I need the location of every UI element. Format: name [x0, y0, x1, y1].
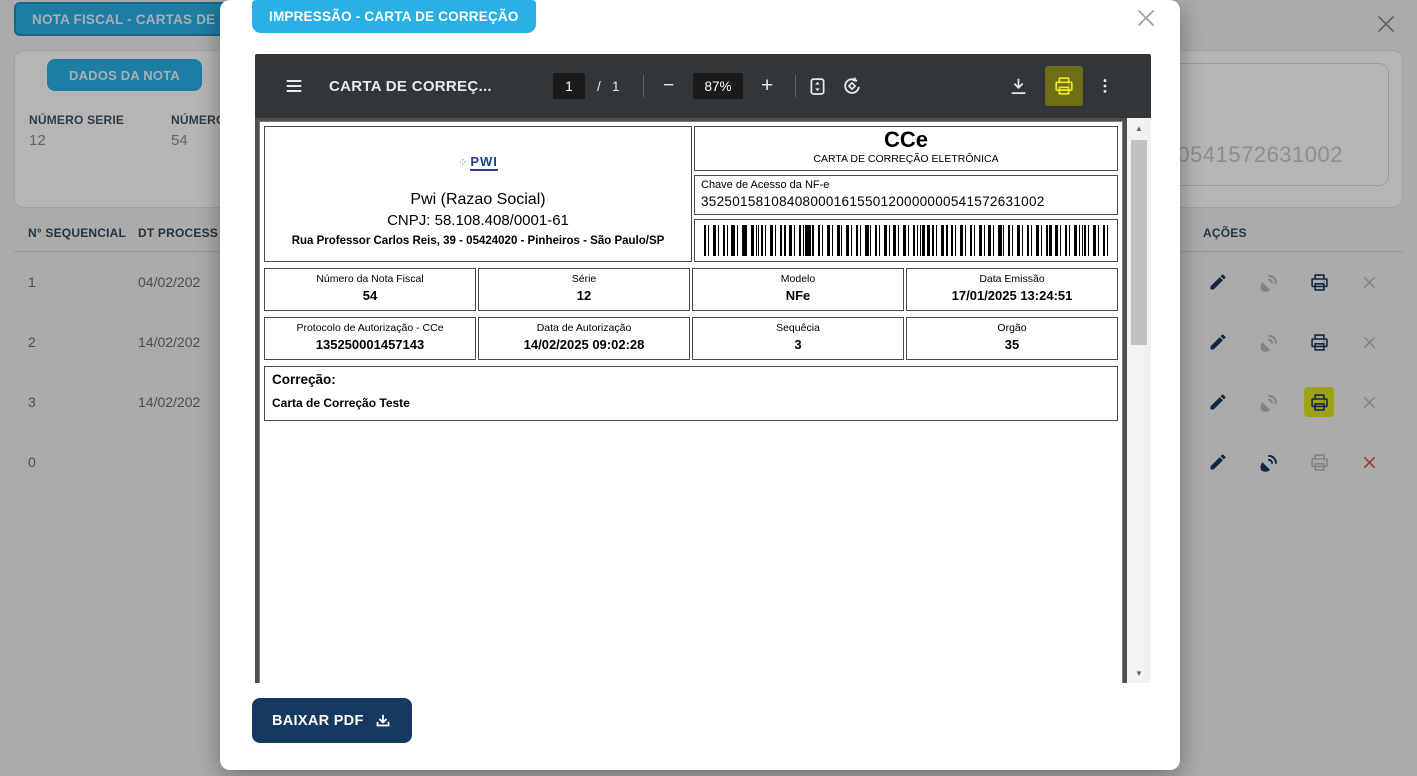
close-icon [1134, 6, 1158, 30]
fit-to-page-button[interactable] [807, 54, 828, 118]
field-value: 14/02/2025 09:02:28 [481, 337, 687, 352]
pwi-logo-text: PWI [470, 154, 498, 171]
pdf-viewer: CARTA DE CORREÇ... 1 / 1 − 87% + [255, 54, 1151, 683]
pdf-doc-title: CARTA DE CORREÇ... [329, 54, 492, 118]
pdf-menu-button[interactable] [283, 54, 305, 118]
field-serie: Série 12 [478, 268, 690, 311]
barcode-image [704, 225, 1108, 256]
modal-title: IMPRESSÃO - CARTA DE CORREÇÃO [269, 9, 519, 24]
download-icon [1008, 76, 1029, 97]
field-data-autorizacao: Data de Autorização 14/02/2025 09:02:28 [478, 317, 690, 360]
field-value: NFe [695, 288, 901, 303]
pwi-logo-mark-icon: ⁘ [458, 157, 467, 169]
field-orgao: Orgão 35 [906, 317, 1118, 360]
chave-value: 3525015810840800016155012000000054157263… [701, 194, 1111, 209]
impressao-modal: IMPRESSÃO - CARTA DE CORREÇÃO CARTA DE C… [220, 0, 1180, 770]
zoom-level-value[interactable]: 87% [693, 73, 743, 99]
printer-icon [1053, 75, 1075, 97]
field-label: Modelo [695, 273, 901, 285]
issuer-block: ⁘PWI Pwi (Razao Social) CNPJ: 58.108.408… [264, 126, 692, 262]
field-modelo: Modelo NFe [692, 268, 904, 311]
baixar-pdf-button[interactable]: BAIXAR PDF [252, 698, 412, 743]
pdf-content-area: ⁘PWI Pwi (Razao Social) CNPJ: 58.108.408… [255, 118, 1151, 683]
field-numero-nota: Número da Nota Fiscal 54 [264, 268, 476, 311]
correcao-text: Carta de Correção Teste [272, 396, 1110, 410]
chave-acesso-block: Chave de Acesso da NF-e 3525015810840800… [694, 175, 1118, 215]
field-value: 35 [909, 337, 1115, 352]
pdf-toolbar: CARTA DE CORREÇ... 1 / 1 − 87% + [255, 54, 1151, 118]
scroll-up-arrow[interactable]: ▲ [1127, 120, 1151, 136]
baixar-pdf-label: BAIXAR PDF [272, 713, 364, 729]
page-separator: / [597, 54, 601, 118]
field-label: Sequêcia [695, 322, 901, 334]
modal-title-badge: IMPRESSÃO - CARTA DE CORREÇÃO [252, 0, 536, 33]
pdf-download-button[interactable] [1008, 54, 1029, 118]
pdf-scrollbar[interactable]: ▲ ▼ [1127, 118, 1151, 683]
field-value: 54 [267, 288, 473, 303]
page-number-input[interactable]: 1 [553, 73, 585, 99]
field-protocolo: Protocolo de Autorização - CCe 135250001… [264, 317, 476, 360]
field-label: Data Emissão [909, 273, 1115, 285]
field-label: Protocolo de Autorização - CCe [267, 322, 473, 334]
field-value: 17/01/2025 13:24:51 [909, 288, 1115, 303]
field-data-emissao: Data Emissão 17/01/2025 13:24:51 [906, 268, 1118, 311]
cce-title: CCe [695, 128, 1117, 152]
field-label: Data de Autorização [481, 322, 687, 334]
scrollbar-thumb[interactable] [1131, 140, 1147, 345]
correcao-block: Correção: Carta de Correção Teste [264, 366, 1118, 421]
download-icon [374, 713, 392, 729]
field-value: 3 [695, 337, 901, 352]
pwi-logo: ⁘PWI [265, 153, 691, 171]
pdf-more-options-button[interactable] [1095, 54, 1115, 118]
company-cnpj: CNPJ: 58.108.408/0001-61 [265, 212, 691, 229]
scroll-down-arrow[interactable]: ▼ [1127, 665, 1151, 681]
modal-close-button[interactable] [1134, 6, 1158, 30]
rotate-icon [841, 75, 863, 97]
field-label: Série [481, 273, 687, 285]
fit-page-icon [807, 76, 828, 97]
rotate-button[interactable] [841, 54, 863, 118]
zoom-in-button[interactable]: + [761, 54, 773, 118]
chave-label: Chave de Acesso da NF-e [701, 179, 1111, 191]
company-name: Pwi (Razao Social) [265, 191, 691, 209]
field-value: 135250001457143 [267, 337, 473, 352]
cce-title-block: CCe CARTA DE CORREÇÃO ELETRÔNICA [694, 126, 1118, 171]
correcao-label: Correção: [272, 372, 1110, 387]
page-total: 1 [612, 54, 620, 118]
pdf-page: ⁘PWI Pwi (Razao Social) CNPJ: 58.108.408… [260, 122, 1122, 683]
toolbar-divider [795, 75, 796, 97]
field-label: Número da Nota Fiscal [267, 273, 473, 285]
company-address: Rua Professor Carlos Reis, 39 - 05424020… [265, 235, 691, 247]
cce-subtitle: CARTA DE CORREÇÃO ELETRÔNICA [695, 153, 1117, 165]
field-label: Orgão [909, 322, 1115, 334]
pdf-print-button-highlighted[interactable] [1045, 66, 1083, 106]
barcode-block [694, 219, 1118, 262]
zoom-out-button[interactable]: − [663, 54, 674, 118]
kebab-menu-icon [1095, 76, 1115, 96]
menu-icon [283, 75, 305, 97]
toolbar-divider [643, 75, 644, 97]
field-value: 12 [481, 288, 687, 303]
field-sequencia: Sequêcia 3 [692, 317, 904, 360]
